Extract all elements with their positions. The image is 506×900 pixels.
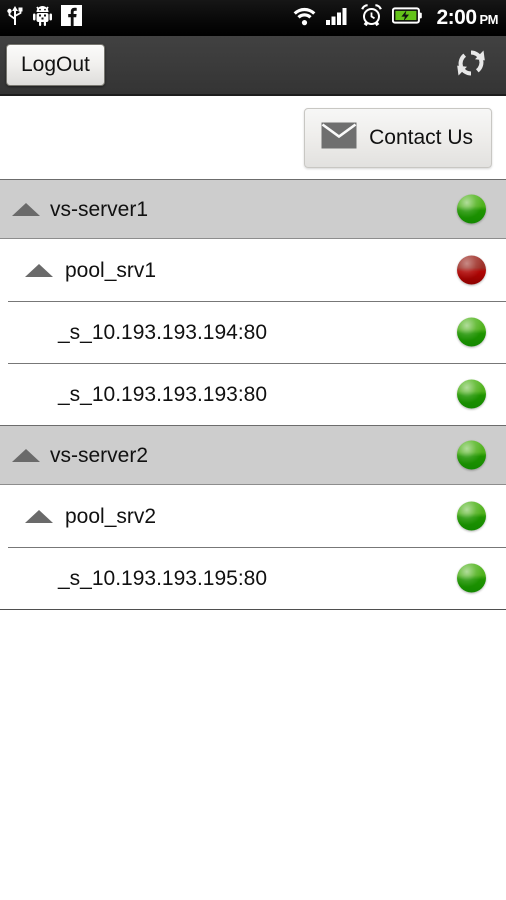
action-bar: LogOut bbox=[0, 36, 506, 96]
tree-row-label: vs-server2 bbox=[50, 443, 149, 467]
app-screen: 2:00 PM LogOut Contact Us vs-server1 poo… bbox=[0, 0, 506, 900]
expander-collapse-icon[interactable] bbox=[25, 263, 53, 277]
tree-group-row[interactable]: vs-server1 bbox=[0, 179, 506, 239]
clock-time: 2:00 bbox=[436, 6, 477, 29]
tree-row-label: vs-server1 bbox=[50, 197, 149, 221]
status-indicator-red bbox=[457, 255, 486, 285]
tree-bottom-divider bbox=[0, 609, 506, 610]
expander-collapse-icon[interactable] bbox=[25, 509, 53, 523]
logout-button[interactable]: LogOut bbox=[6, 44, 105, 86]
status-bar-right-icons: 2:00 PM bbox=[292, 4, 498, 31]
envelope-icon bbox=[321, 122, 357, 154]
status-bar-clock: 2:00 PM bbox=[436, 7, 498, 28]
tree-row-label: _s_10.193.193.193:80 bbox=[58, 382, 268, 406]
tree-member-row[interactable]: _s_10.193.193.193:80 bbox=[0, 363, 506, 425]
tree-pool-row[interactable]: pool_srv1 bbox=[0, 239, 506, 301]
status-indicator-green bbox=[457, 440, 486, 470]
tree-member-row[interactable]: _s_10.193.193.194:80 bbox=[0, 301, 506, 363]
contact-us-label: Contact Us bbox=[369, 125, 473, 149]
tree-row-label: pool_srv2 bbox=[65, 504, 157, 528]
status-bar-left-icons bbox=[6, 4, 82, 31]
usb-icon bbox=[6, 4, 24, 31]
tree-group-row[interactable]: vs-server2 bbox=[0, 425, 506, 485]
signal-bars-icon bbox=[326, 5, 351, 31]
status-indicator-green bbox=[457, 501, 486, 531]
expander-collapse-icon[interactable] bbox=[12, 448, 40, 462]
tree-pool-row[interactable]: pool_srv2 bbox=[0, 485, 506, 547]
clock-ampm: PM bbox=[479, 12, 499, 27]
battery-charging-icon bbox=[392, 6, 423, 30]
status-indicator-green bbox=[457, 194, 486, 224]
contact-bar: Contact Us bbox=[0, 96, 506, 179]
refresh-button[interactable] bbox=[448, 42, 494, 88]
status-indicator-green bbox=[457, 563, 486, 593]
status-indicator-green bbox=[457, 379, 486, 409]
refresh-icon bbox=[452, 44, 490, 87]
wifi-icon bbox=[292, 5, 317, 31]
tree-row-label: _s_10.193.193.194:80 bbox=[58, 320, 268, 344]
tree-row-label: _s_10.193.193.195:80 bbox=[58, 566, 268, 590]
alarm-clock-icon bbox=[360, 4, 383, 31]
contact-us-button[interactable]: Contact Us bbox=[304, 107, 492, 168]
status-indicator-green bbox=[457, 317, 486, 347]
android-debug-icon bbox=[33, 4, 52, 31]
facebook-icon bbox=[61, 4, 82, 31]
server-tree-list: vs-server1 pool_srv1 _s_10.193.193.194:80 _… bbox=[0, 179, 506, 609]
expander-collapse-icon[interactable] bbox=[12, 202, 40, 216]
android-status-bar: 2:00 PM bbox=[0, 0, 506, 36]
tree-member-row[interactable]: _s_10.193.193.195:80 bbox=[0, 547, 506, 609]
tree-row-label: pool_srv1 bbox=[65, 258, 157, 282]
